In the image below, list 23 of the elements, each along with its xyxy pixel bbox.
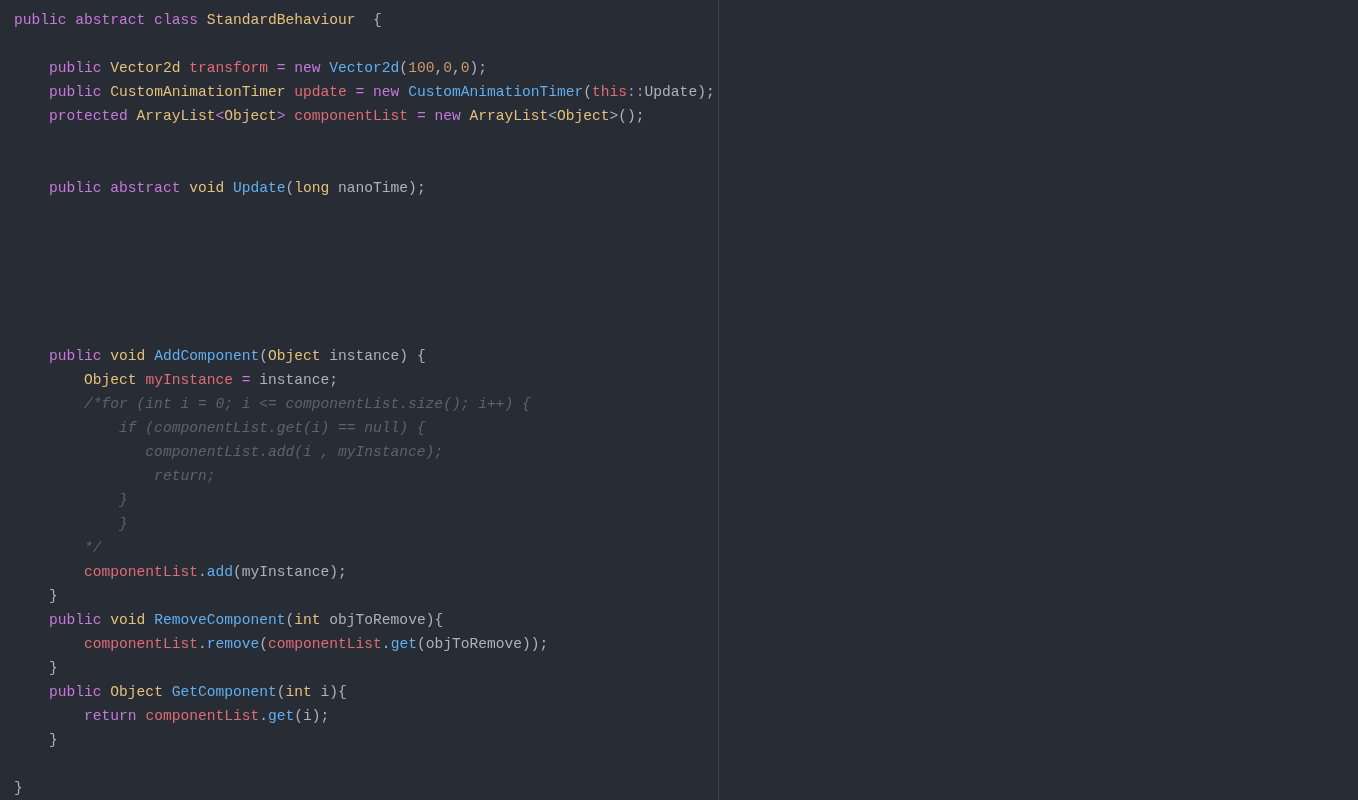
code-line: } bbox=[118, 516, 128, 532]
code-line: */ bbox=[83, 540, 102, 556]
code-line: public void AddComponent(Object instance) { bbox=[48, 348, 426, 364]
code-line: } bbox=[48, 732, 58, 748]
code-line: } bbox=[48, 660, 58, 676]
code-line: public Object GetComponent(int i){ bbox=[48, 684, 347, 700]
code-line: public abstract class StandardBehaviour { bbox=[14, 12, 382, 28]
code-line: } bbox=[14, 780, 23, 796]
code-line: public CustomAnimationTimer update = new CustomAnimationTimer(this::Update); bbox=[48, 84, 715, 100]
code-line: /*for (int i = 0; i <= componentList.size(); i++) { bbox=[83, 396, 531, 412]
code-line: componentList.add(myInstance); bbox=[83, 564, 347, 580]
code-line: protected ArrayList<Object> componentList = new ArrayList<Object>(); bbox=[48, 108, 645, 124]
code-line: public Vector2d transform = new Vector2d(100,0,0); bbox=[48, 60, 487, 76]
code-line: return componentList.get(i); bbox=[83, 708, 330, 724]
code-line: componentList.remove(componentList.get(objToRemove)); bbox=[83, 636, 549, 652]
code-line: public abstract void Update(long nanoTime); bbox=[48, 180, 426, 196]
code-line: Object myInstance = instance; bbox=[83, 372, 339, 388]
code-line: return; bbox=[153, 468, 216, 484]
code-line: if (componentList.get(i) == null) { bbox=[118, 420, 426, 436]
code-line: } bbox=[48, 588, 58, 604]
code-line: public void RemoveComponent(int objToRemove){ bbox=[48, 612, 444, 628]
code-line: componentList.add(i , myInstance); bbox=[144, 444, 444, 460]
code-line: } bbox=[118, 492, 128, 508]
